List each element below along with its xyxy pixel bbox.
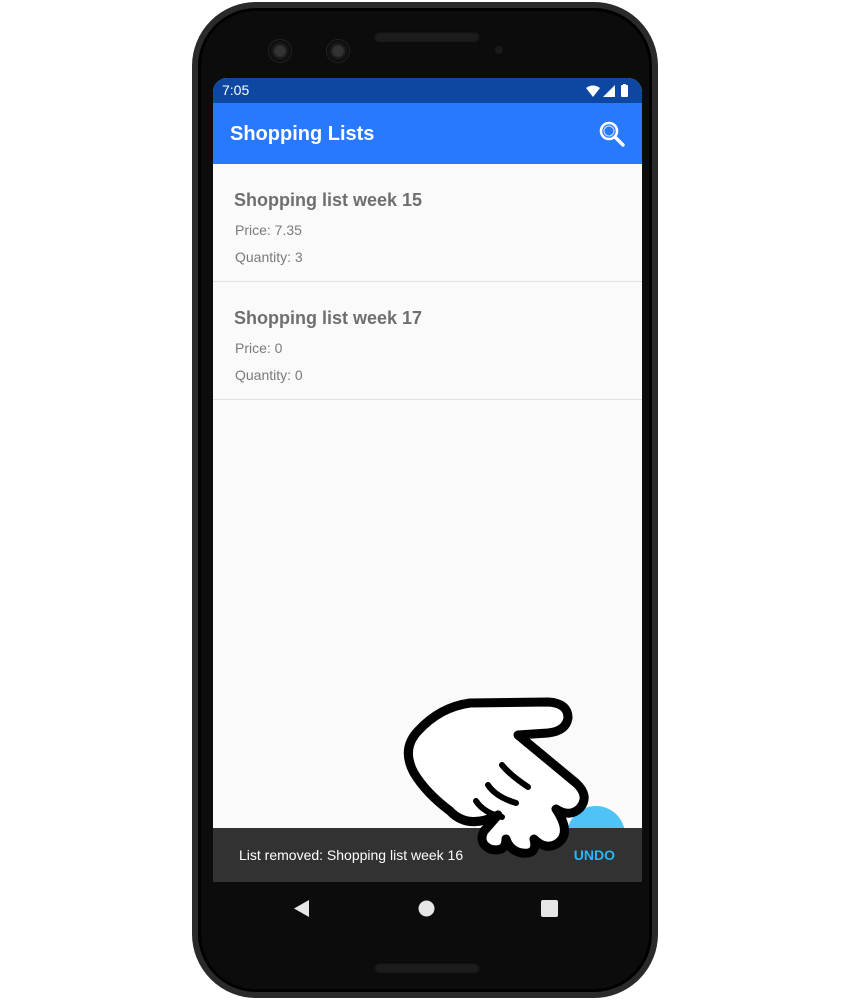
list-item[interactable]: Shopping list week 15 Price: 7.35 Quanti… <box>213 164 642 282</box>
status-icons <box>586 84 628 97</box>
status-bar: 7:05 <box>213 78 642 103</box>
search-icon[interactable] <box>598 120 626 148</box>
back-icon[interactable] <box>294 900 310 917</box>
page-title: Shopping Lists <box>230 123 375 145</box>
front-camera <box>268 39 292 63</box>
list-item-price: Price: 7.35 <box>235 222 302 238</box>
wifi-icon <box>586 85 600 97</box>
list-item[interactable]: Shopping list week 17 Price: 0 Quantity:… <box>213 282 642 400</box>
system-nav-bar <box>213 882 642 934</box>
pointing-hand-icon <box>403 697 589 858</box>
recents-icon[interactable] <box>541 900 558 917</box>
app-bar: Shopping Lists <box>213 103 642 164</box>
bottom-speaker <box>374 962 480 973</box>
list-item-price: Price: 0 <box>235 340 283 356</box>
list-item-title: Shopping list week 17 <box>234 308 423 328</box>
front-camera-secondary <box>326 39 350 63</box>
shopping-list: Shopping list week 15 Price: 7.35 Quanti… <box>213 164 642 400</box>
proximity-sensor <box>495 46 503 54</box>
list-item-title: Shopping list week 15 <box>234 190 423 210</box>
status-time: 7:05 <box>222 82 250 98</box>
earpiece-speaker <box>374 31 480 42</box>
signal-icon <box>603 85 615 97</box>
battery-icon <box>621 85 628 97</box>
home-icon[interactable] <box>418 900 435 917</box>
list-item-quantity: Quantity: 3 <box>235 249 303 265</box>
list-item-quantity: Quantity: 0 <box>235 367 303 383</box>
